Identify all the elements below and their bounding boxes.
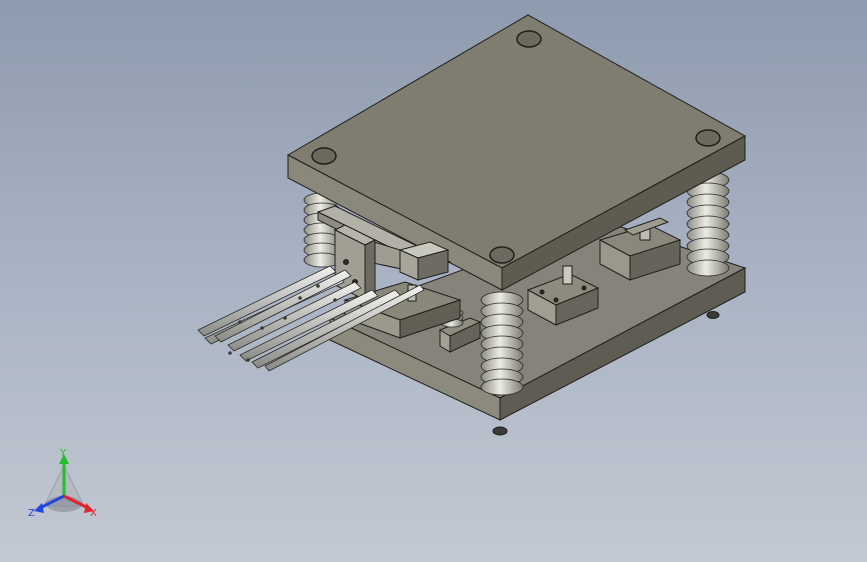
orientation-triad[interactable]: Y X Z — [22, 448, 106, 528]
z-axis-head — [34, 503, 44, 513]
cad-viewport[interactable]: Y X Z — [0, 0, 867, 562]
spring-front — [480, 291, 524, 396]
die-set-model[interactable] — [0, 0, 867, 562]
z-axis-label: Z — [28, 508, 35, 519]
x-axis-label: X — [90, 508, 97, 519]
triad-shadow — [46, 496, 82, 512]
y-axis-label: Y — [59, 448, 67, 459]
